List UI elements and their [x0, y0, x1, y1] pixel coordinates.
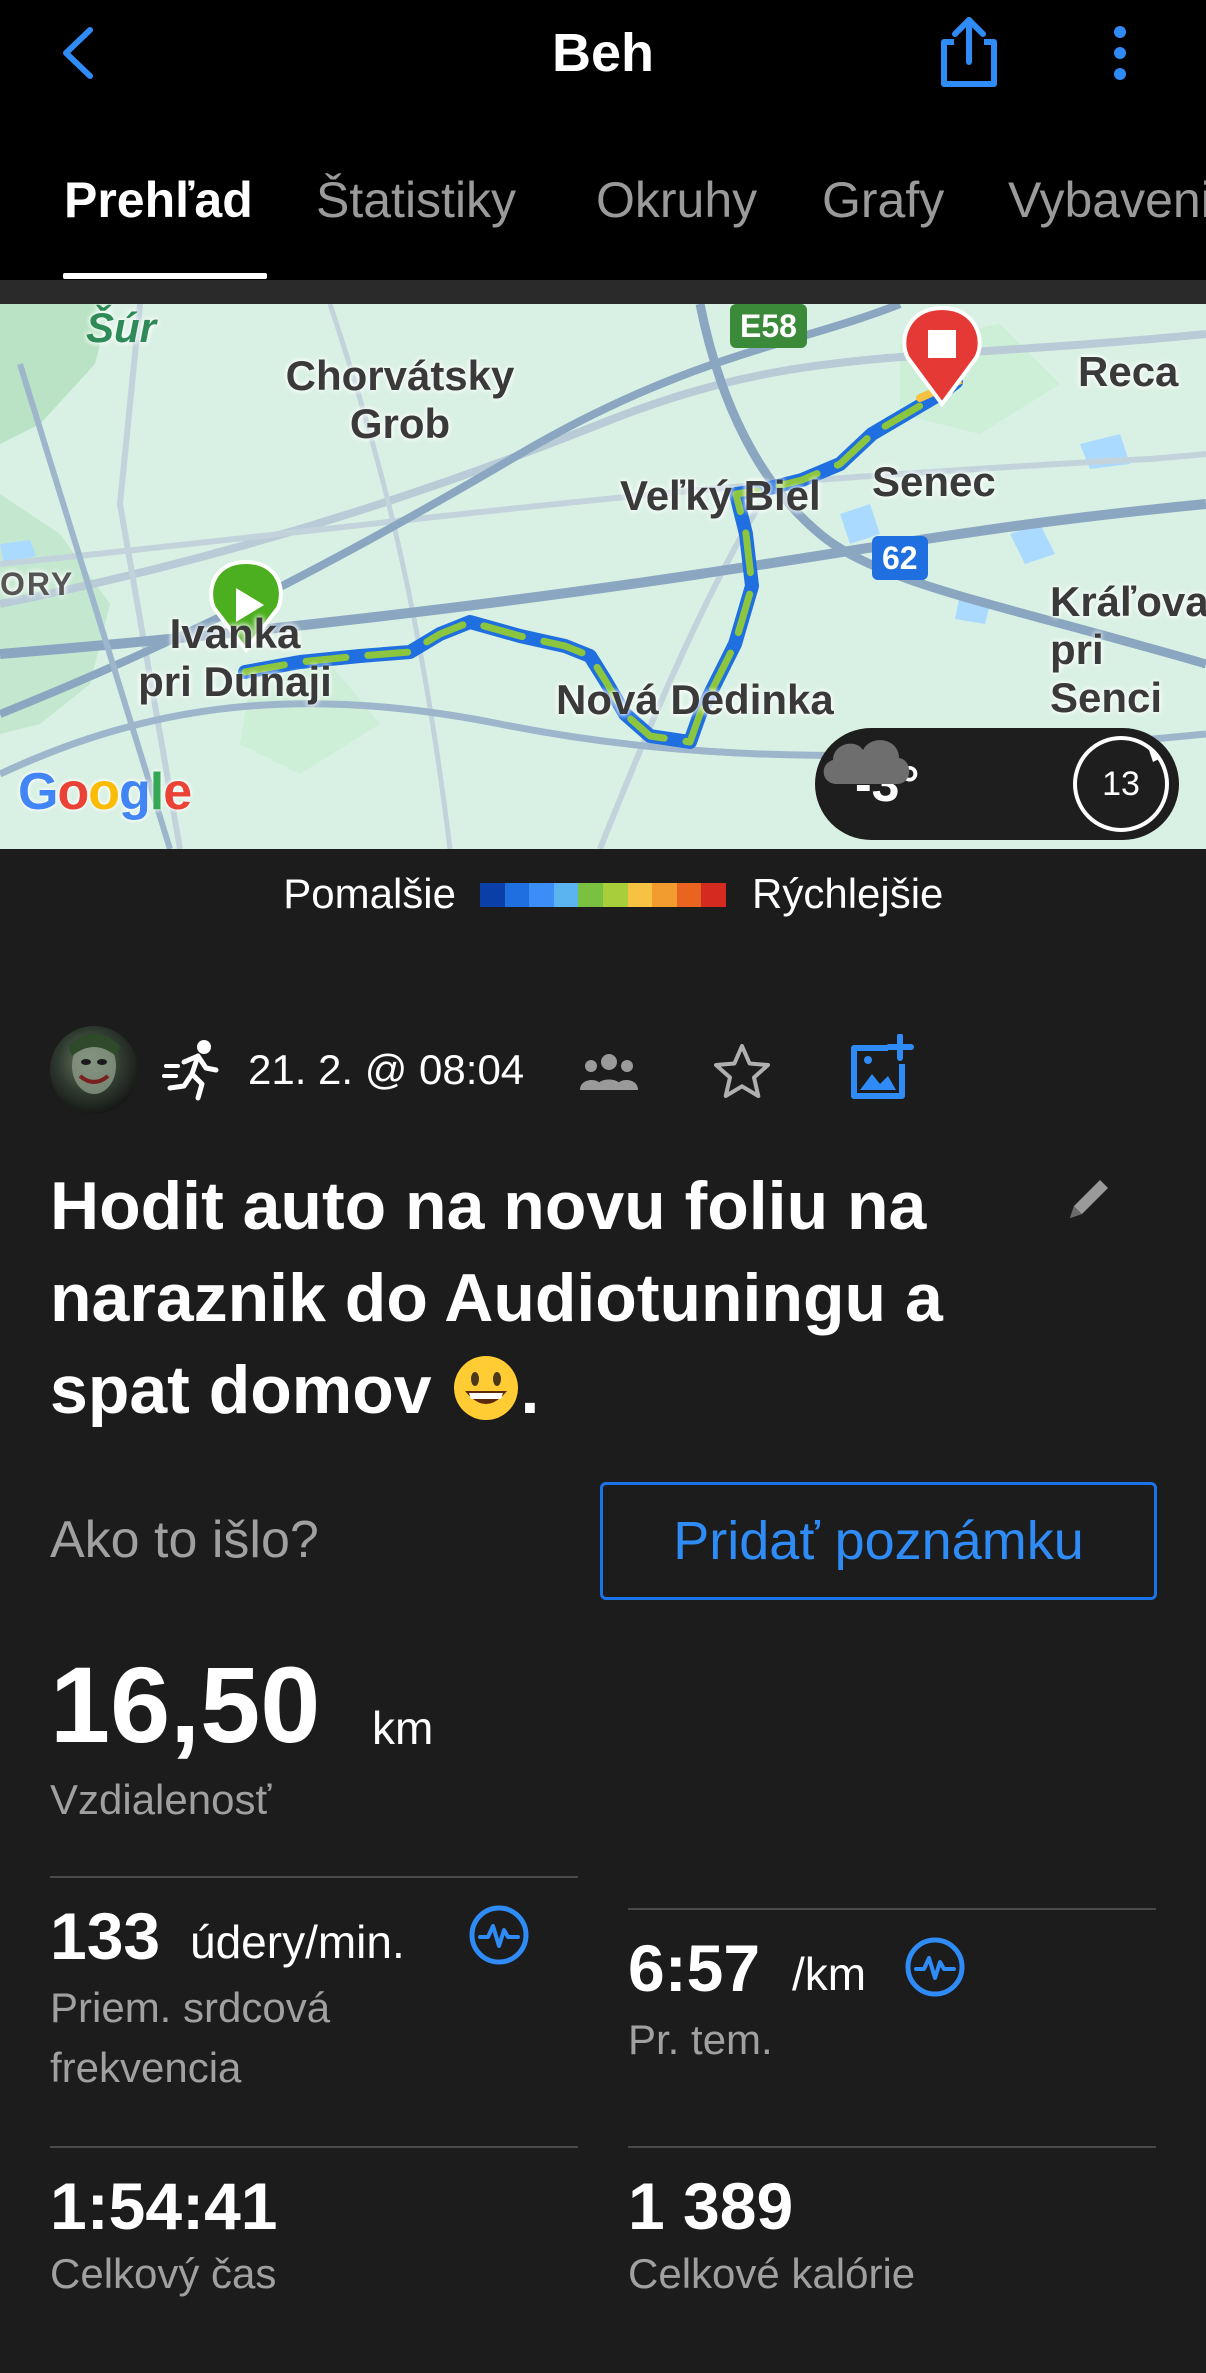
legend-color-segment [652, 883, 677, 907]
divider [0, 280, 1206, 304]
legend-color-segment [701, 883, 726, 907]
legend-slower: Pomalšie [283, 870, 456, 917]
add-note-button[interactable]: Pridať poznámku [600, 1482, 1157, 1600]
distance-label: Vzdialenosť [50, 1776, 272, 1823]
more-options-button[interactable] [1100, 18, 1140, 88]
how-did-it-go-label: Ako to išlo? [50, 1511, 319, 1569]
divider [628, 1908, 1156, 1910]
cloud-icon [823, 740, 910, 784]
map-label-ivanka: Ivanka pri Dunaji [138, 610, 332, 705]
avg-heart-rate-label: Priem. srdcová frekvencia [50, 1984, 331, 2091]
more-vertical-icon [1114, 26, 1126, 80]
star-icon[interactable] [710, 1040, 774, 1104]
share-button[interactable] [930, 12, 1008, 90]
activity-title[interactable]: Hodit auto na novu foliu na naraznik do … [50, 1160, 1040, 1436]
avatar-image [68, 1034, 120, 1094]
legend-color-segment [529, 883, 554, 907]
top-bar: Beh Prehľad Štatistiky Okruhy Grafy Vyba… [0, 0, 1206, 280]
share-icon [941, 17, 997, 87]
map-label-velky-biel: Veľký Biel [620, 472, 821, 519]
avg-pace-label: Pr. tem. [628, 2016, 773, 2063]
legend-color-segment [676, 883, 702, 907]
legend-color-segment [627, 883, 653, 907]
wind-indicator: 13 [1073, 736, 1169, 832]
divider [628, 2146, 1156, 2148]
map-label-nova-dedinka: Nová Dedinka [556, 676, 834, 723]
avg-heart-rate-unit: údery/min. [190, 1916, 405, 1968]
weather-badge: -3° 13 [815, 728, 1179, 840]
group-icon [580, 1054, 638, 1090]
active-tab-indicator [63, 273, 267, 279]
map-label-kralova: Kráľova pri Senci [1050, 578, 1206, 721]
road-shield-e58: E58 [730, 304, 807, 348]
total-calories-value: 1 389 [628, 2169, 794, 2243]
total-time-label: Celkový čas [50, 2250, 277, 2297]
map-label-chorvatsky-grob: Chorvátsky Grob [285, 352, 515, 447]
grinning-face-emoji-icon [453, 1356, 518, 1420]
heart-rate-sensor-icon[interactable] [468, 1904, 530, 1966]
wind-speed: 13 [1102, 765, 1140, 803]
avg-heart-rate-value: 133 [50, 1899, 161, 1973]
running-icon [162, 1040, 219, 1101]
tab-bar: Prehľad Štatistiky Okruhy Grafy Vybaveni… [0, 160, 1206, 280]
legend-color-segment [504, 883, 530, 907]
legend-color-segment [578, 883, 603, 907]
map-label-reca: Reca [1078, 348, 1179, 395]
tab-gear[interactable]: Vybavenie [1008, 160, 1206, 240]
road-shield-62: 62 [872, 536, 928, 580]
avatar[interactable] [50, 1026, 138, 1114]
map-label-senec: Senec [872, 458, 996, 505]
distance-unit: km [372, 1702, 434, 1754]
total-calories-label: Celkové kalórie [628, 2250, 916, 2297]
pace-legend: Pomalšie Rýchlejšie [0, 849, 1206, 939]
legend-color-segment [602, 883, 628, 907]
tab-overview[interactable]: Prehľad [64, 160, 253, 240]
activity-title-end: . [520, 1352, 540, 1428]
tab-charts[interactable]: Grafy [822, 160, 944, 240]
pace-sensor-icon[interactable] [904, 1936, 966, 1998]
divider [50, 2146, 578, 2148]
tab-statistics[interactable]: Štatistiky [316, 160, 516, 240]
add-photo-icon[interactable] [848, 1034, 914, 1100]
legend-color-segment [553, 883, 579, 907]
legend-color-bar [480, 883, 726, 907]
legend-faster: Rýchlejšie [752, 870, 944, 917]
divider [50, 1876, 578, 1878]
map-label-ory: ORY [0, 566, 75, 602]
activity-date: 21. 2. @ 08:04 [248, 1046, 525, 1093]
total-time-value: 1:54:41 [50, 2169, 278, 2243]
pencil-icon[interactable] [1062, 1172, 1116, 1226]
tab-laps[interactable]: Okruhy [596, 160, 757, 240]
legend-color-segment [480, 883, 505, 907]
avg-pace-value: 6:57 [628, 1931, 761, 2005]
avg-pace-unit: /km [792, 1948, 867, 2000]
page-title: Beh [551, 23, 654, 83]
activity-meta: 21. 2. @ 08:04 [0, 1020, 1206, 1120]
map-label-sur: Šúr [86, 304, 157, 351]
google-logo: Google [18, 763, 192, 821]
distance-value: 16,50 [50, 1644, 321, 1765]
route-map[interactable]: Šúr Chorvátsky Grob Veľký Biel Senec Rec… [0, 304, 1206, 849]
